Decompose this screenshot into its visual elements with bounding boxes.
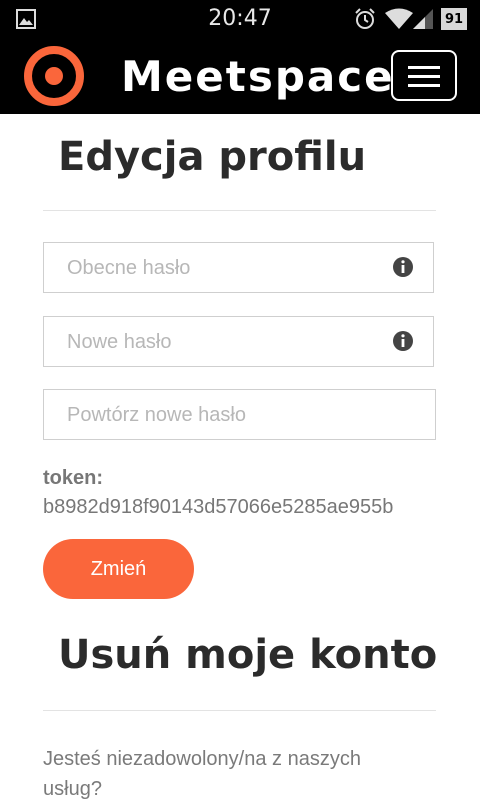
edit-profile-title: Edycja profilu (58, 134, 367, 180)
battery-icon: 91 (441, 8, 467, 30)
token-value: b8982d918f90143d57066e5285ae955b (43, 496, 394, 518)
new-password-placeholder: Nowe hasło (67, 331, 172, 353)
menu-button[interactable] (391, 50, 457, 101)
divider (43, 710, 436, 711)
delete-account-text: Jesteś niezadowolony/na z naszych usług? (43, 748, 361, 800)
repeat-password-field[interactable]: Powtórz nowe hasło (43, 389, 436, 440)
new-password-field[interactable]: Nowe hasło (43, 316, 434, 367)
navbar: Meetspace (0, 38, 480, 114)
signal-icon (413, 9, 433, 29)
info-icon[interactable] (392, 256, 414, 278)
current-password-field[interactable]: Obecne hasło (43, 242, 434, 293)
token-label: token: (43, 467, 103, 489)
hamburger-icon-bar (408, 84, 440, 87)
change-button[interactable]: Zmień (43, 539, 194, 599)
hamburger-icon-bar (408, 75, 440, 78)
info-icon[interactable] (392, 330, 414, 352)
logo-icon[interactable] (22, 44, 86, 108)
repeat-password-placeholder: Powtórz nowe hasło (67, 404, 246, 426)
brand-name[interactable]: Meetspace (121, 52, 395, 101)
battery-level: 91 (444, 12, 464, 27)
wifi-icon (385, 8, 413, 29)
alarm-icon (355, 8, 375, 29)
hamburger-icon (408, 66, 440, 69)
delete-account-title: Usuń moje konto (58, 632, 438, 678)
status-bar: 20:47 91 (0, 0, 480, 38)
current-password-placeholder: Obecne hasło (67, 257, 191, 279)
divider (43, 210, 436, 211)
